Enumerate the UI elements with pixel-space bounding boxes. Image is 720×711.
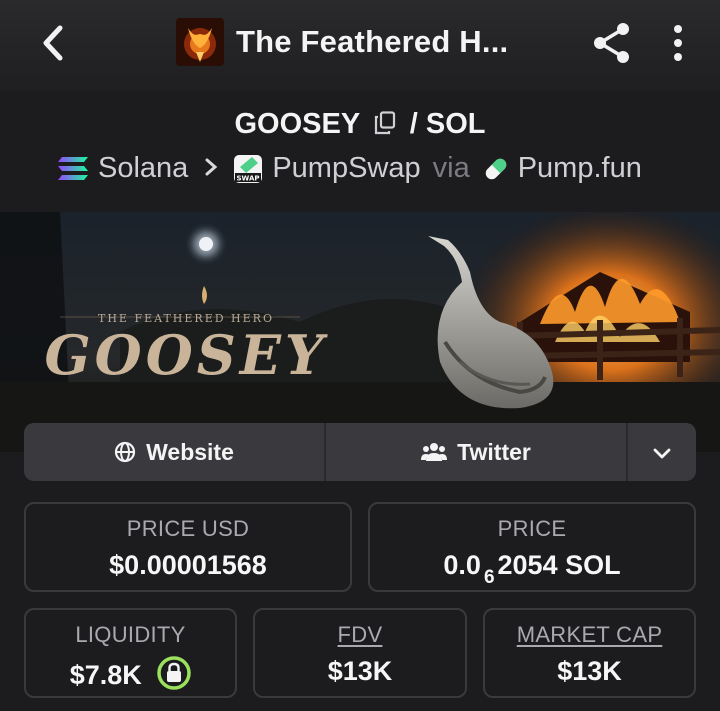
market-cap-card[interactable]: MARKET CAP $13K	[483, 608, 696, 698]
network-link[interactable]: Solana	[98, 152, 188, 185]
liquidity-card: LIQUIDITY $7.8K	[24, 608, 237, 698]
price-label: PRICE	[497, 516, 567, 541]
lock-icon[interactable]	[157, 656, 192, 697]
more-vertical-icon[interactable]	[664, 22, 692, 64]
market-cap-label[interactable]: MARKET CAP	[485, 622, 694, 648]
token-avatar	[176, 18, 224, 66]
price-suffix: 2054 SOL	[497, 550, 621, 580]
website-label: Website	[146, 438, 234, 465]
price-zero-count: 6	[483, 567, 495, 588]
solana-icon	[56, 155, 90, 183]
liquidity-label: LIQUIDITY	[75, 622, 186, 647]
chevron-down-icon	[653, 439, 671, 466]
pair-name: GOOSEY / SOL	[0, 108, 720, 143]
price-usd-value: $0.00001568	[109, 550, 267, 580]
quote-token-symbol: SOL	[425, 108, 486, 140]
price-usd-card: PRICE USD $0.00001568	[24, 502, 352, 592]
share-icon[interactable]	[590, 20, 634, 66]
dex-link[interactable]: PumpSwap	[272, 152, 420, 185]
fdv-value: $13K	[327, 656, 393, 686]
website-button[interactable]: Website	[24, 423, 326, 481]
launchpad-link[interactable]: Pump.fun	[518, 152, 642, 185]
market-cap-value: $13K	[557, 656, 622, 686]
globe-icon	[114, 441, 136, 463]
token-title-group: The Feathered H...	[176, 18, 508, 66]
price-prefix: 0.0	[443, 550, 481, 580]
price-sol-value: 0.0 6 2054 SOL	[370, 550, 694, 588]
fdv-label[interactable]: FDV	[255, 622, 465, 648]
twitter-label: Twitter	[457, 438, 531, 465]
token-banner-image: THE FEATHERED HERO GOOSEY	[0, 212, 720, 452]
chain-breadcrumb: Solana SWAP PumpSwap via Pump.fun	[56, 152, 642, 185]
page-title: The Feathered H...	[236, 24, 509, 59]
chevron-right-icon	[204, 152, 218, 185]
more-links-dropdown[interactable]	[628, 423, 696, 481]
banner-name: GOOSEY	[45, 323, 328, 387]
back-chevron-icon[interactable]	[34, 22, 74, 64]
liquidity-value-row: $7.8K	[26, 656, 235, 697]
svg-text:SWAP: SWAP	[237, 174, 260, 182]
price-usd-label: PRICE USD	[126, 516, 250, 541]
pair-separator: /	[409, 108, 418, 140]
twitter-button[interactable]: Twitter	[326, 423, 628, 481]
users-icon	[421, 441, 448, 463]
pumpswap-icon: SWAP	[232, 153, 264, 185]
pill-icon	[482, 155, 510, 183]
price-sol-card: PRICE 0.0 6 2054 SOL	[368, 502, 696, 592]
copy-icon[interactable]	[374, 110, 396, 143]
liquidity-value: $7.8K	[69, 660, 142, 690]
via-label: via	[432, 152, 470, 184]
base-token-symbol: GOOSEY	[234, 108, 360, 140]
fdv-card[interactable]: FDV $13K	[253, 608, 467, 698]
link-bar: Website Twitter	[24, 423, 696, 481]
top-bar: The Feathered H...	[0, 0, 720, 90]
